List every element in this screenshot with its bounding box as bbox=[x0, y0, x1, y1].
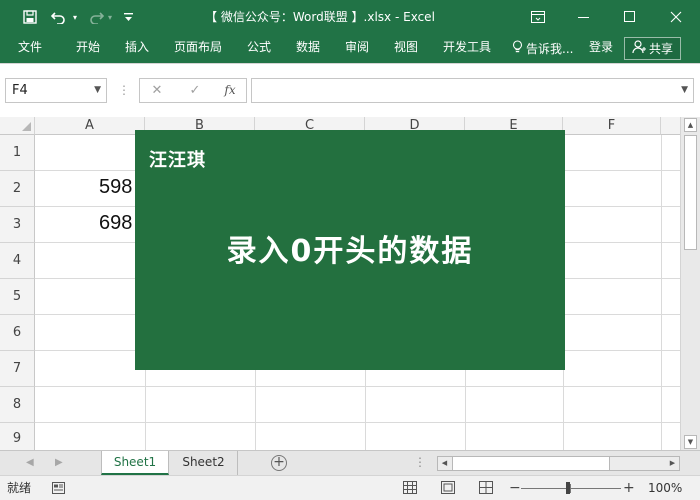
page-break-view-icon[interactable] bbox=[479, 481, 493, 497]
scroll-down-button[interactable]: ▼ bbox=[684, 435, 697, 449]
split-handle-icon[interactable]: ⋮ bbox=[414, 455, 426, 469]
zoom-slider-midmark bbox=[570, 484, 571, 493]
expand-formula-icon[interactable]: ▼ bbox=[681, 79, 688, 102]
title-bar: ▾ ▾ 【 微信公众号：Word联盟 】.xlsx - Excel bbox=[0, 0, 700, 34]
scroll-left-button[interactable]: ◀ bbox=[438, 457, 451, 470]
customize-icon[interactable] bbox=[121, 0, 135, 34]
vertical-scroll-thumb[interactable] bbox=[684, 135, 697, 250]
tab-page-layout[interactable]: 页面布局 bbox=[167, 34, 229, 63]
title-card: 汪汪琪 录入0开头的数据 bbox=[135, 130, 565, 370]
page-layout-view-icon[interactable] bbox=[441, 481, 455, 497]
row-header-2[interactable]: 2 bbox=[0, 171, 35, 207]
tab-view[interactable]: 视图 bbox=[384, 34, 428, 63]
redo-icon[interactable] bbox=[86, 0, 106, 34]
zoom-slider[interactable] bbox=[521, 488, 621, 489]
cell-a3[interactable]: 698 bbox=[99, 212, 132, 235]
tell-me-search[interactable]: 告诉我... bbox=[512, 34, 573, 63]
maximize-icon[interactable] bbox=[607, 0, 653, 34]
next-sheet-icon[interactable]: ▶ bbox=[55, 451, 63, 475]
sheet-tab-sheet1[interactable]: Sheet1 bbox=[101, 451, 169, 475]
scroll-right-button[interactable]: ▶ bbox=[666, 457, 679, 470]
share-button[interactable]: 共享 bbox=[624, 37, 681, 60]
close-icon[interactable] bbox=[653, 0, 699, 34]
share-label: 共享 bbox=[648, 42, 673, 56]
login-link[interactable]: 登录 bbox=[589, 34, 613, 63]
row-header-6[interactable]: 6 bbox=[0, 315, 35, 351]
formula-buttons: ✕ ✓ fx bbox=[139, 78, 247, 103]
tell-me-label: 告诉我... bbox=[526, 42, 574, 56]
row-header-7[interactable]: 7 bbox=[0, 351, 35, 387]
chevron-down-icon[interactable]: ▼ bbox=[94, 79, 101, 102]
cell-a2[interactable]: 598 bbox=[99, 176, 132, 199]
brand-logo: 汪汪琪 bbox=[149, 150, 206, 171]
row-header-3[interactable]: 3 bbox=[0, 207, 35, 243]
sheet-tabs-bar: ◀ ▶ Sheet1 Sheet2 + ⋮ ◀ ▶ bbox=[0, 450, 700, 475]
sheet-tab-sheet2[interactable]: Sheet2 bbox=[170, 451, 238, 475]
zoom-out-button[interactable]: − bbox=[509, 476, 521, 500]
row-header-4[interactable]: 4 bbox=[0, 243, 35, 279]
name-box[interactable]: F4 ▼ bbox=[5, 78, 107, 103]
cancel-icon[interactable]: ✕ bbox=[144, 79, 170, 102]
ribbon-display-icon[interactable] bbox=[515, 0, 561, 34]
add-sheet-icon[interactable]: + bbox=[271, 455, 287, 471]
ribbon-tabs: 文件 开始 插入 页面布局 公式 数据 审阅 视图 开发工具 告诉我... 登录… bbox=[0, 34, 700, 63]
zoom-level[interactable]: 100% bbox=[648, 476, 682, 500]
tab-insert[interactable]: 插入 bbox=[115, 34, 159, 63]
card-title: 录入0开头的数据 bbox=[226, 234, 474, 269]
row-header-5[interactable]: 5 bbox=[0, 279, 35, 315]
confirm-icon[interactable]: ✓ bbox=[182, 79, 208, 102]
row-header-8[interactable]: 8 bbox=[0, 387, 35, 423]
worksheet-grid[interactable]: A B C D E F 1 2 3 4 5 6 7 8 9 598 698 汪汪… bbox=[0, 117, 680, 450]
horizontal-scroll-thumb[interactable] bbox=[452, 457, 610, 470]
gridline bbox=[35, 422, 680, 423]
prev-sheet-icon[interactable]: ◀ bbox=[26, 451, 34, 475]
name-box-value: F4 bbox=[12, 83, 28, 98]
macro-record-icon[interactable] bbox=[52, 482, 65, 497]
tab-file[interactable]: 文件 bbox=[8, 34, 52, 63]
gridline bbox=[661, 135, 662, 450]
undo-dropdown-icon[interactable]: ▾ bbox=[70, 0, 80, 34]
formula-input[interactable]: ▼ bbox=[251, 78, 694, 103]
insert-function-icon[interactable]: fx bbox=[217, 79, 243, 102]
redo-dropdown-icon[interactable]: ▾ bbox=[106, 0, 114, 34]
tab-developer[interactable]: 开发工具 bbox=[436, 34, 498, 63]
horizontal-scrollbar[interactable]: ◀ ▶ bbox=[437, 456, 680, 471]
save-icon[interactable] bbox=[20, 0, 40, 34]
person-icon bbox=[632, 40, 646, 57]
formula-bar-grip[interactable]: ⋮ bbox=[118, 83, 130, 97]
lightbulb-icon bbox=[512, 40, 523, 57]
status-bar: 就绪 − + 100% bbox=[0, 475, 700, 500]
vertical-scrollbar[interactable]: ▲ ▼ bbox=[680, 117, 700, 450]
tab-review[interactable]: 审阅 bbox=[335, 34, 379, 63]
formula-bar: F4 ▼ ⋮ ✕ ✓ fx ▼ bbox=[0, 63, 700, 117]
zoom-slider-thumb[interactable] bbox=[566, 482, 570, 494]
row-header-1[interactable]: 1 bbox=[0, 135, 35, 171]
gridline bbox=[35, 386, 680, 387]
tab-formulas[interactable]: 公式 bbox=[237, 34, 281, 63]
scroll-up-button[interactable]: ▲ bbox=[684, 118, 697, 132]
column-header-g[interactable] bbox=[661, 117, 680, 135]
status-ready: 就绪 bbox=[7, 481, 32, 495]
minimize-icon[interactable] bbox=[561, 0, 607, 34]
normal-view-icon[interactable] bbox=[403, 481, 417, 497]
window-title: 【 微信公众号：Word联盟 】.xlsx - Excel bbox=[205, 10, 435, 24]
row-header-9[interactable]: 9 bbox=[0, 423, 35, 450]
column-header-f[interactable]: F bbox=[563, 117, 661, 135]
select-all-button[interactable] bbox=[0, 117, 35, 135]
tab-home[interactable]: 开始 bbox=[66, 34, 110, 63]
column-header-a[interactable]: A bbox=[35, 117, 145, 135]
undo-icon[interactable] bbox=[48, 0, 70, 34]
tab-data[interactable]: 数据 bbox=[286, 34, 330, 63]
zoom-in-button[interactable]: + bbox=[623, 476, 635, 500]
